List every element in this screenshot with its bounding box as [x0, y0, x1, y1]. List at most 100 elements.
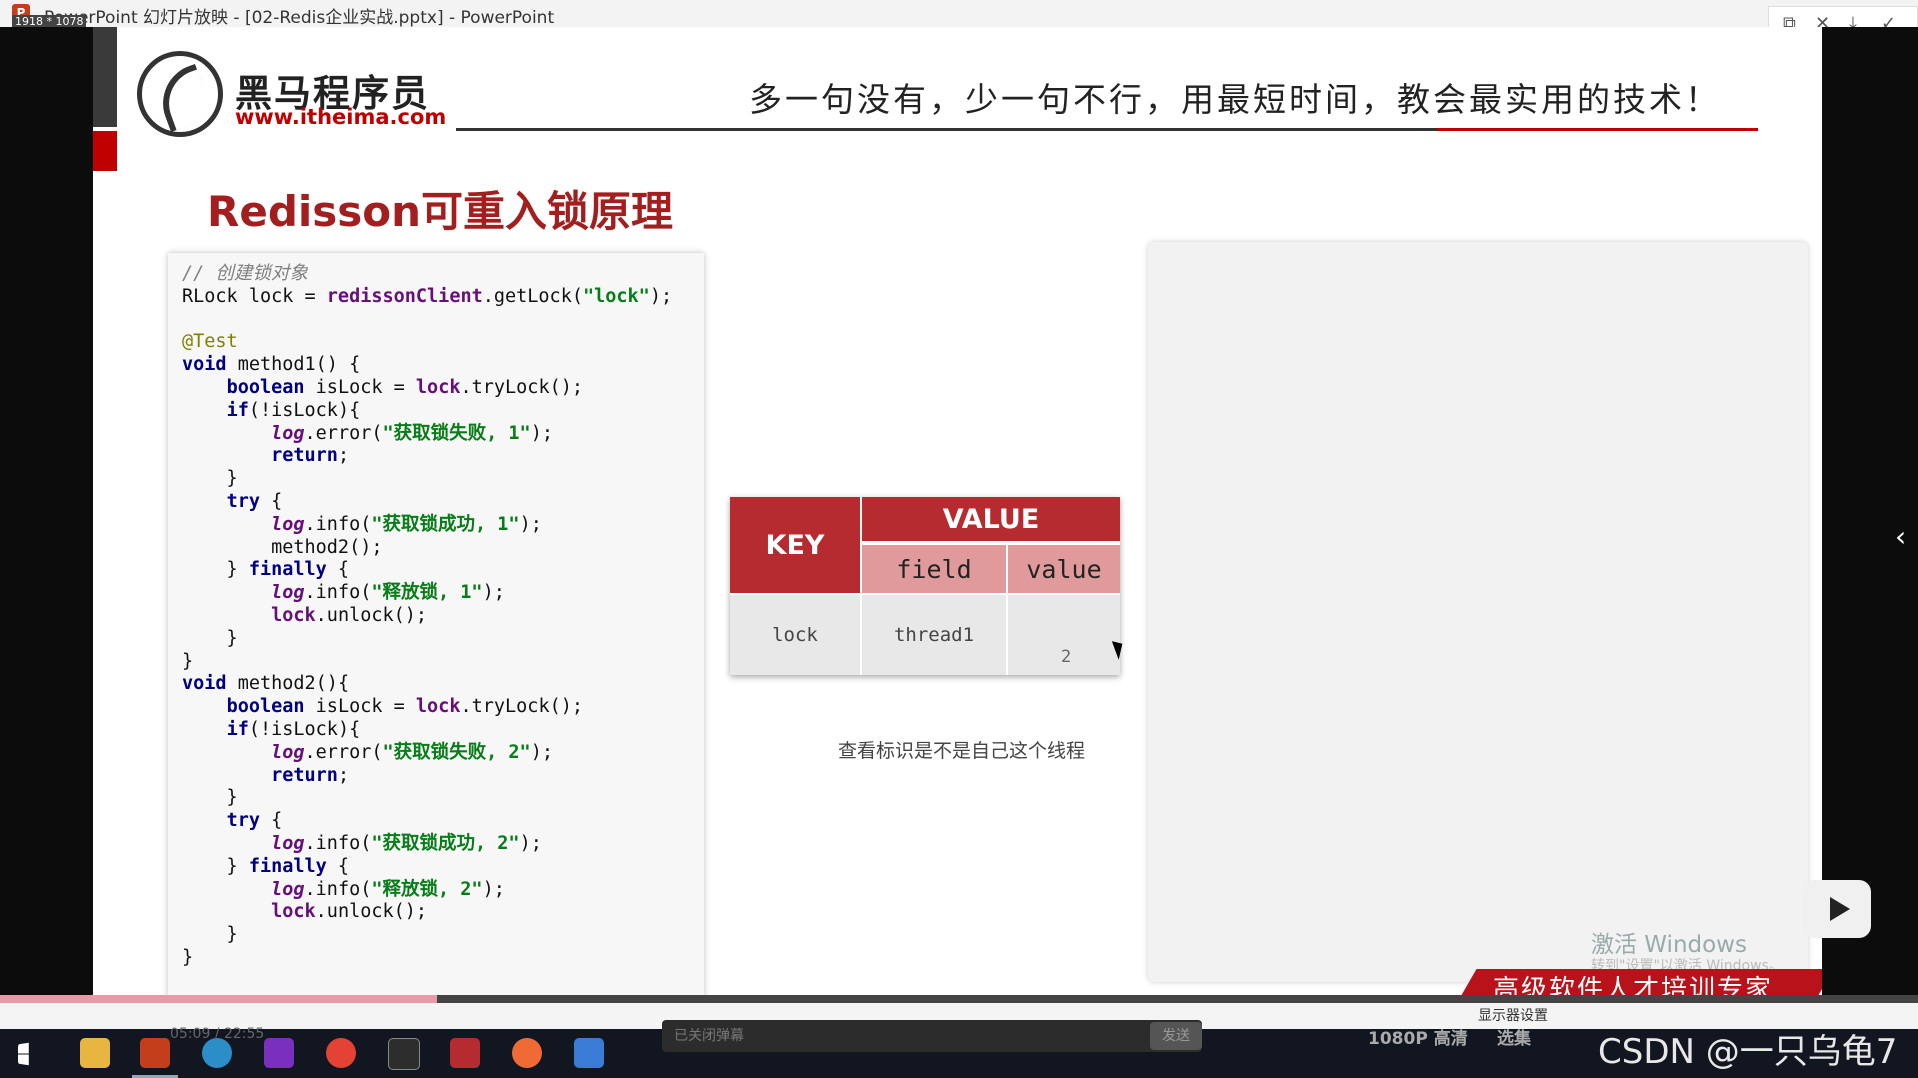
monitor-settings[interactable]: 显示器设置: [1478, 1005, 1548, 1025]
code-line: void method2(){: [182, 673, 349, 694]
code-line: lock.unlock();: [182, 901, 427, 922]
right-panel: [1148, 242, 1808, 982]
window-title: PowerPoint 幻灯片放映 - [02-Redis企业实战.pptx] -…: [44, 8, 555, 28]
footer-banner-text: 高级软件人才培训专家: [1493, 975, 1774, 995]
code-token: .info(: [304, 878, 372, 900]
code-token: {: [259, 490, 283, 512]
code-line: try {: [182, 810, 283, 832]
chrome-icon[interactable]: [326, 1038, 356, 1068]
code-token: "获取锁成功, 2": [371, 832, 520, 854]
code-line: @Test: [182, 331, 238, 352]
code-token: (!isLock){: [248, 399, 361, 421]
slogan: 多一句没有，少一句不行，用最短时间，教会最实用的技术！: [749, 80, 1721, 119]
code-token: try: [226, 810, 260, 832]
code-token: {: [326, 559, 350, 581]
code-token: }: [182, 559, 249, 581]
code-text: // 创建锁对象 RLock lock = redissonClient.get…: [182, 263, 704, 970]
code-token: }: [182, 787, 238, 809]
code-line: log.info("获取锁成功, 1");: [182, 514, 542, 535]
code-token: boolean: [226, 696, 305, 718]
code-token: finally: [248, 559, 327, 581]
annotation-note: 查看标识是不是自己这个线程: [838, 740, 1086, 762]
code-token: void: [182, 673, 227, 695]
code-token: .tryLock();: [460, 696, 584, 718]
bilibili-play-icon[interactable]: [1803, 880, 1871, 938]
powerpoint-taskbar-icon[interactable]: [140, 1038, 170, 1068]
code-line: lock.unlock();: [182, 605, 427, 626]
code-token: lock: [415, 696, 461, 718]
code-token: lock: [271, 901, 316, 923]
intellij-icon[interactable]: [264, 1038, 294, 1068]
video-time: 05:09 / 22:55: [170, 1026, 265, 1042]
code-token: ;: [337, 445, 350, 467]
key-header: KEY: [730, 497, 860, 593]
code-token: }: [182, 650, 194, 672]
field-header: field: [862, 545, 1006, 593]
code-line: log.error("获取锁失败, 2");: [182, 742, 553, 763]
code-line: }: [182, 924, 238, 945]
slide-title: Redisson可重入锁原理: [207, 187, 674, 236]
code-line: }: [182, 468, 238, 489]
code-token: }: [182, 855, 249, 877]
code-line: try {: [182, 490, 283, 512]
code-token: log: [271, 878, 305, 900]
code-token: "lock": [582, 285, 650, 307]
lock-count: 2: [1061, 647, 1072, 667]
code-token: );: [519, 513, 542, 535]
slogan-divider-accent: [1437, 128, 1758, 131]
field-cell: thread1: [862, 595, 1006, 675]
screenshot-tool-icon[interactable]: [574, 1038, 604, 1068]
code-token: // 创建锁对象: [182, 263, 308, 284]
code-token: log: [271, 832, 305, 854]
postman-icon[interactable]: [512, 1038, 542, 1068]
code-token: "获取锁成功, 1": [371, 513, 520, 535]
code-token: .info(: [304, 832, 372, 854]
terminal-icon[interactable]: [388, 1038, 420, 1070]
file-explorer-icon[interactable]: [80, 1038, 110, 1068]
video-progress-fill: [0, 995, 437, 1003]
slide-deco-dark: [93, 27, 117, 127]
code-line: boolean isLock = lock.tryLock();: [182, 696, 583, 717]
redis-desktop-icon[interactable]: [450, 1038, 480, 1068]
code-token: return: [271, 764, 338, 786]
code-token: }: [182, 627, 238, 649]
code-token: {: [259, 810, 283, 832]
code-token: .unlock();: [315, 604, 428, 626]
title-bar: P PowerPoint 幻灯片放映 - [02-Redis企业实战.pptx]…: [0, 0, 1918, 28]
right-letterbox: [1822, 27, 1918, 1002]
browser-edge-icon[interactable]: [202, 1038, 232, 1068]
code-token: lock: [415, 376, 461, 398]
episode-selector[interactable]: 选集: [1497, 1024, 1531, 1049]
value-sub-header: value: [1008, 545, 1120, 593]
code-token: finally: [248, 855, 327, 877]
code-line: method2();: [182, 537, 382, 558]
windows-activation-watermark: 激活 Windows: [1591, 932, 1747, 958]
code-token: );: [482, 582, 505, 604]
csdn-watermark: CSDN @一只乌龟7: [1598, 1032, 1898, 1072]
code-token: if: [226, 718, 249, 740]
code-token: }: [182, 468, 238, 490]
code-token: .unlock();: [315, 901, 428, 923]
code-token: method2(){: [226, 673, 350, 695]
code-token: .error(: [304, 422, 383, 444]
send-danmu-button[interactable]: 发送: [1150, 1022, 1202, 1050]
danmu-input[interactable]: 已关闭弹幕: [662, 1020, 1202, 1052]
left-letterbox: [0, 27, 93, 1002]
code-token: method2();: [182, 536, 383, 558]
code-token: }: [182, 924, 238, 946]
quality-selector[interactable]: 1080P 高清: [1368, 1024, 1468, 1049]
code-token: .info(: [304, 513, 372, 535]
code-line: log.info("释放锁, 1");: [182, 582, 505, 603]
horse-logo-icon: [137, 51, 223, 137]
code-token: );: [482, 878, 505, 900]
chevron-left-icon[interactable]: ‹: [1895, 520, 1906, 553]
code-token: log: [271, 422, 305, 444]
code-token: boolean: [226, 376, 305, 398]
